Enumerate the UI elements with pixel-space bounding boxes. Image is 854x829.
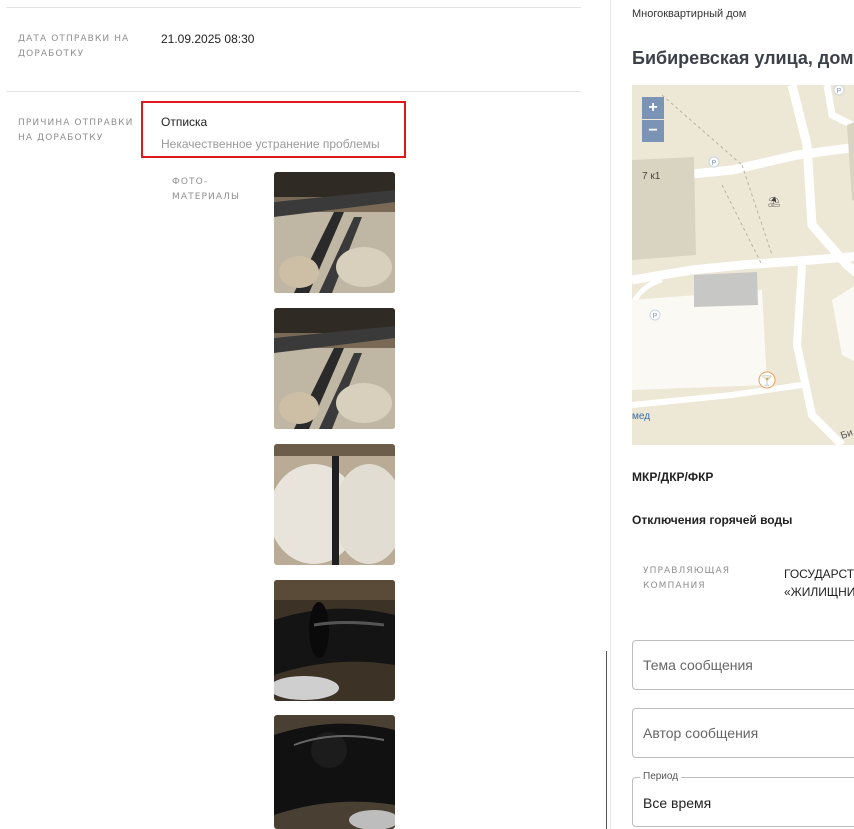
building-type: Многоквартирный дом [632,8,747,20]
parking-icon: P [837,88,842,95]
photo-thumbnail[interactable] [274,580,395,701]
reason-main: Отписка [161,115,208,129]
photo-thumbnail[interactable] [274,715,395,829]
period-select[interactable]: Период Все время [632,771,854,827]
hot-water-section-title[interactable]: Отключения горячей воды [632,513,792,527]
zoom-out-button[interactable]: − [642,120,664,142]
photo-thumbnail[interactable] [274,444,395,565]
divider [6,7,581,8]
period-label: Период [640,771,682,782]
period-value: Все время [643,795,712,811]
photos-label: ФОТО-МАТЕРИАЛЫ [172,177,241,202]
map[interactable]: P P P ⛱ 🍸 7 к1 мед Би + − [632,85,854,445]
building-panel: Многоквартирный дом Бибиревская улица, д… [611,0,854,829]
parking-icon: P [653,313,658,320]
svg-text:⛱: ⛱ [768,196,781,208]
scrollbar[interactable] [606,651,607,829]
reason-label: ПРИЧИНА ОТПРАВКИ НА ДОРАБОТКУ [18,118,134,143]
map-street-label: мед [632,411,650,422]
management-company-line: «ЖИЛИЩНИ [784,585,854,599]
photo-thumbnail[interactable] [274,172,395,293]
building-address: Бибиревская улица, дом 9 [632,48,854,68]
photo-thumbnail[interactable] [274,308,395,429]
author-input[interactable] [632,708,854,758]
sent-date-label: ДАТА ОТПРАВКИ НА ДОРАБОТКУ [18,34,130,59]
zoom-in-button[interactable]: + [642,97,664,119]
management-company-line: ГОСУДАРСТ [784,567,854,581]
repairs-section-title[interactable]: МКР/ДКР/ФКР [632,470,713,484]
sent-date-value: 21.09.2025 08:30 [161,32,255,46]
management-company-label: УПРАВЛЯЮЩАЯ КОМПАНИЯ [643,566,731,591]
appeal-details-panel: ДАТА ОТПРАВКИ НА ДОРАБОТКУ 21.09.2025 08… [0,0,610,829]
topic-input[interactable] [632,640,854,690]
reason-sub: Некачественное устранение проблемы [161,137,380,151]
map-building-label: 7 к1 [642,171,661,182]
management-company-value: ГОСУДАРСТ «ЖИЛИЩНИ [784,565,854,601]
parking-icon: P [712,160,717,167]
divider [6,91,581,92]
svg-text:🍸: 🍸 [761,374,773,387]
